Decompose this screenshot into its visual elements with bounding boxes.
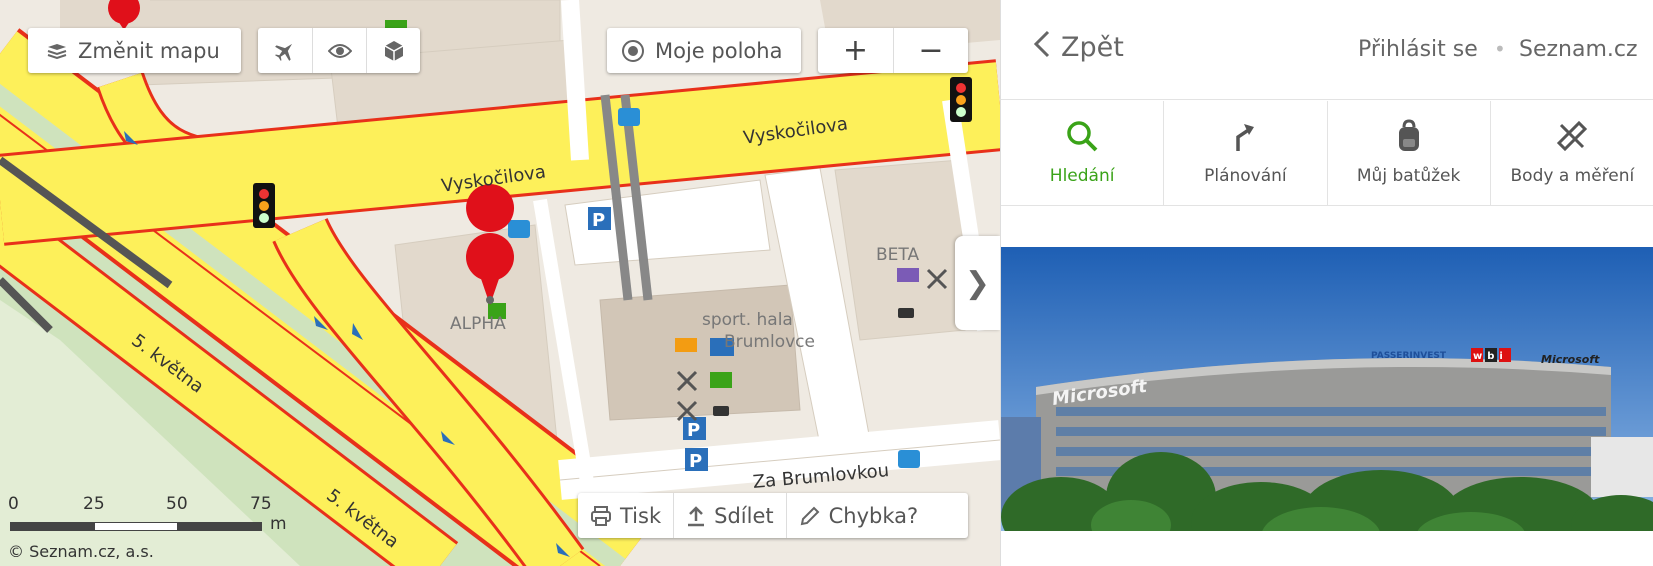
svg-text:P: P — [592, 210, 605, 231]
panel-header: Zpět Přihlásit se • Seznam.cz — [1001, 0, 1653, 100]
chevron-left-icon — [1033, 30, 1051, 65]
place-photo[interactable]: Microsoft Microsoft PASSERINVEST wbi — [1001, 247, 1653, 531]
scale-bar-seg-1 — [10, 522, 94, 531]
printer-icon — [590, 505, 612, 527]
svg-text:P: P — [687, 420, 700, 441]
tab-search-label: Hledání — [1049, 166, 1115, 186]
scale-tick-75: 75 — [250, 494, 272, 514]
eye-icon — [327, 43, 352, 59]
back-label: Zpět — [1061, 32, 1124, 63]
share-label: Sdílet — [714, 503, 774, 528]
scale-tick-0: 0 — [8, 494, 19, 514]
layers-icon — [46, 43, 68, 59]
map-canvas[interactable]: P P P Vyskočilova Vyskočilova 5. května … — [0, 0, 1000, 566]
collapse-panel-button[interactable]: ❯ — [955, 236, 1000, 330]
back-button[interactable]: Zpět — [1033, 30, 1124, 65]
map-mode-group — [258, 28, 420, 73]
change-map-label: Změnit mapu — [78, 38, 220, 63]
3d-mode-button[interactable] — [366, 28, 420, 73]
zoom-in-button[interactable]: + — [818, 28, 893, 73]
photo-sign-passerinvest: PASSERINVEST — [1371, 351, 1447, 361]
scale-tick-50: 50 — [166, 494, 188, 514]
report-error-button[interactable]: Chybka? — [785, 493, 931, 538]
seznam-link[interactable]: Seznam.cz — [1519, 37, 1638, 62]
aerial-mode-button[interactable] — [258, 28, 312, 73]
tab-backpack[interactable]: Můj batůžek — [1328, 101, 1491, 205]
tab-points-measure-label: Body a měření — [1510, 166, 1635, 186]
login-link[interactable]: Přihlásit se — [1358, 37, 1478, 62]
panorama-mode-button[interactable] — [312, 28, 366, 73]
side-panel: Zpět Přihlásit se • Seznam.cz Hledání Pl… — [1000, 0, 1653, 566]
report-error-label: Chybka? — [828, 503, 919, 528]
zoom-controls: + − — [818, 28, 968, 73]
poi-label-alpha[interactable]: ALPHA — [450, 314, 506, 334]
copyright: © Seznam.cz, a.s. — [8, 542, 154, 561]
my-location-label: Moje poloha — [655, 38, 783, 63]
scale-tick-25: 25 — [83, 494, 105, 514]
tab-planning[interactable]: Plánování — [1164, 101, 1328, 205]
zoom-out-button[interactable]: − — [893, 28, 968, 73]
backpack-icon — [1392, 119, 1426, 158]
panel-tabs: Hledání Plánování Můj batůžek Body a měř… — [1001, 101, 1653, 206]
map-scale: 0 25 50 75 m — [8, 494, 298, 534]
route-icon — [1228, 119, 1262, 158]
share-button[interactable]: Sdílet — [673, 493, 785, 538]
tab-points-measure[interactable]: Body a měření — [1491, 101, 1653, 205]
tab-planning-label: Plánování — [1204, 166, 1287, 186]
print-label: Tisk — [620, 503, 662, 528]
photo-sign-wbi: wbi — [1473, 351, 1508, 362]
scale-bar-seg-2 — [94, 522, 178, 531]
scale-unit: m — [270, 514, 287, 534]
poi-label-beta[interactable]: BETA — [876, 245, 919, 265]
cube-icon — [383, 40, 405, 62]
scale-bar-seg-3 — [178, 522, 262, 531]
print-button[interactable]: Tisk — [578, 493, 673, 538]
search-icon — [1065, 119, 1099, 158]
poi-label-sport-hala[interactable]: sport. hala — [702, 310, 793, 330]
tab-backpack-label: Můj batůžek — [1356, 166, 1461, 186]
change-map-button[interactable]: Změnit mapu — [28, 28, 241, 73]
airplane-icon — [274, 40, 296, 62]
pencil-icon — [799, 505, 821, 527]
poi-label-brumlovce[interactable]: Brumlovce — [724, 332, 815, 352]
ruler-pencil-icon — [1555, 119, 1589, 158]
place-photo-image: Microsoft Microsoft PASSERINVEST wbi — [1001, 247, 1653, 531]
map-bottom-toolbar: Tisk Sdílet Chybka? — [578, 493, 968, 538]
location-target-icon — [621, 39, 645, 63]
header-separator: • — [1494, 37, 1506, 61]
svg-text:P: P — [689, 451, 702, 472]
share-upload-icon — [686, 505, 706, 527]
my-location-button[interactable]: Moje poloha — [607, 28, 801, 73]
tab-search[interactable]: Hledání — [1001, 101, 1165, 205]
photo-sign-microsoft-right: Microsoft — [1541, 353, 1600, 366]
